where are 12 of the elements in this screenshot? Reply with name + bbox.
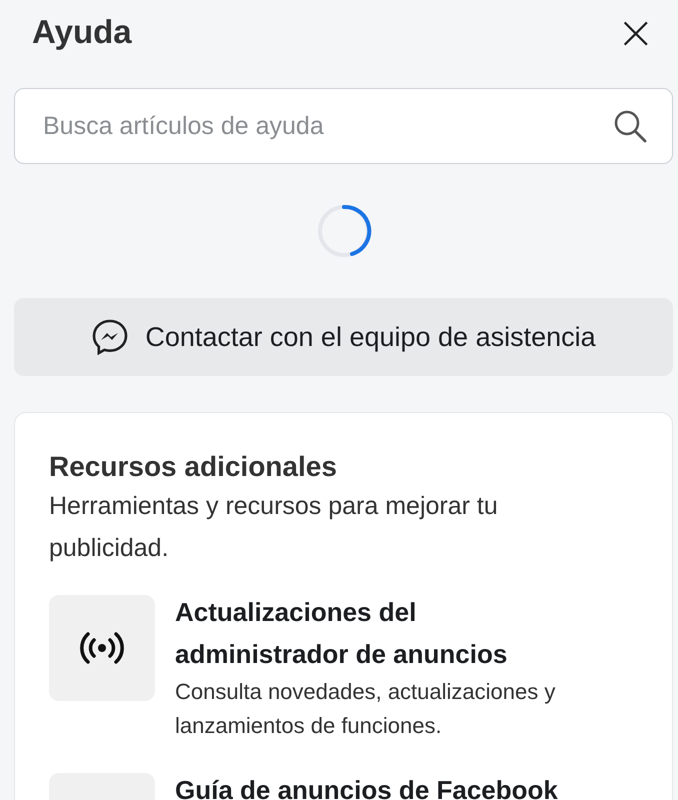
panel-title: Ayuda xyxy=(32,13,132,51)
search-icon xyxy=(613,109,647,143)
contact-support-button[interactable]: Contactar con el equipo de asistencia xyxy=(14,298,673,376)
messenger-icon xyxy=(91,318,130,356)
resource-link[interactable]: Actualizaciones del administrador de anuncios xyxy=(175,591,575,675)
search-field[interactable]: Busca artículos de ayuda xyxy=(14,88,673,164)
card-subtitle: Herramientas y recursos para mejorar tu publicidad. xyxy=(49,491,499,564)
card-title: Recursos adicionales xyxy=(49,451,338,483)
close-button[interactable]: × xyxy=(616,9,655,55)
resource-description: Consulta novedades, actualizaciones y lanzamientos de funciones. xyxy=(175,678,556,740)
resource-link[interactable]: Guía de anuncios de Facebook xyxy=(175,769,558,800)
broadcast-icon xyxy=(79,631,125,665)
